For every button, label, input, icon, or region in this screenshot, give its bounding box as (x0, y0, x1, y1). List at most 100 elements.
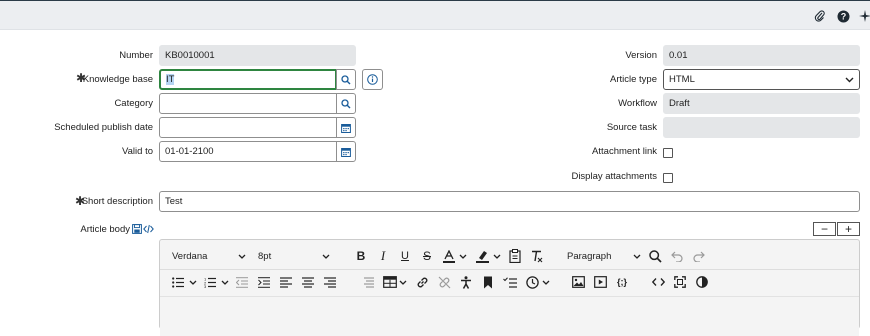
undo-icon[interactable] (669, 246, 685, 266)
version-value: 0.01 (669, 50, 688, 61)
unlink-icon[interactable] (436, 272, 452, 292)
chevron-down-icon[interactable] (188, 272, 198, 292)
chevron-down-icon[interactable] (541, 272, 551, 292)
calendar-icon (341, 147, 351, 157)
search-icon (341, 98, 351, 108)
attachment-link-label: Attachment link (592, 146, 657, 157)
chevron-down-icon[interactable] (458, 246, 468, 266)
short-description-input[interactable]: Test (159, 191, 860, 212)
version-field: 0.01 (663, 45, 860, 66)
source-task-label: Source task (606, 122, 657, 133)
article-body-label: Article body (80, 224, 130, 235)
editor-toolbar-row-2: 123 {;} (160, 268, 859, 296)
code-icon[interactable] (143, 224, 154, 234)
bullet-list-icon[interactable] (171, 272, 185, 292)
template-icon[interactable]: {;} (614, 272, 630, 292)
accessibility-icon[interactable] (458, 272, 474, 292)
chevron-down-icon (238, 254, 246, 259)
font-size-select[interactable]: 8pt (258, 246, 330, 266)
text-color-icon[interactable] (441, 246, 457, 266)
workflow-label: Workflow (618, 98, 657, 109)
link-icon[interactable] (414, 272, 430, 292)
knowledge-base-input[interactable]: IT (159, 69, 337, 90)
number-label: Number (119, 50, 153, 61)
font-size-value: 8pt (258, 250, 272, 262)
scheduled-publish-date-calendar-button[interactable] (336, 117, 356, 138)
calendar-icon (341, 123, 351, 133)
scheduled-publish-date-input[interactable] (159, 117, 337, 138)
redo-icon[interactable] (691, 246, 707, 266)
font-family-select[interactable]: Verdana (172, 246, 246, 266)
align-right-icon[interactable] (323, 272, 337, 292)
align-left-icon[interactable] (279, 272, 293, 292)
checklist-icon[interactable] (502, 272, 518, 292)
number-field: KB0010001 (159, 45, 356, 66)
display-attachments-checkbox[interactable] (663, 173, 673, 183)
chevron-down-icon[interactable] (398, 272, 408, 292)
article-type-value: HTML (669, 74, 695, 85)
contrast-icon[interactable] (694, 272, 710, 292)
media-icon[interactable] (592, 272, 608, 292)
svg-text:?: ? (840, 11, 846, 21)
article-type-select[interactable]: HTML (663, 69, 860, 90)
chevron-down-icon (322, 254, 330, 259)
highlight-color-icon[interactable] (474, 246, 490, 266)
number-value: KB0010001 (165, 50, 215, 61)
category-label: Category (114, 98, 153, 109)
source-code-icon[interactable] (650, 272, 666, 292)
category-lookup-button[interactable] (336, 93, 356, 114)
italic-icon[interactable]: I (375, 246, 391, 266)
image-icon[interactable] (570, 272, 586, 292)
block-format-value: Paragraph (567, 250, 612, 262)
minus-icon: − (820, 222, 828, 236)
paperclip-icon[interactable] (813, 9, 827, 23)
valid-to-label: Valid to (122, 146, 153, 157)
editor-content-area[interactable] (160, 296, 859, 336)
sparkle-icon[interactable] (858, 9, 870, 23)
short-description-value: Test (165, 196, 183, 207)
source-task-field (663, 117, 860, 138)
display-attachments-label: Display attachments (571, 171, 657, 182)
clock-icon[interactable] (524, 272, 540, 292)
collapse-editor-button[interactable]: − (813, 222, 836, 236)
article-body-editor[interactable]: Verdana 8pt B I U S Paragraph 1 2 3 {;} (159, 239, 860, 336)
search-icon (341, 74, 351, 84)
save-icon[interactable] (132, 224, 142, 234)
block-format-select[interactable]: Paragraph (567, 246, 641, 266)
chevron-down-icon[interactable] (220, 272, 230, 292)
numbered-list-icon[interactable]: 123 (203, 272, 217, 292)
expand-editor-button[interactable]: + (837, 222, 860, 236)
category-input[interactable] (159, 93, 337, 114)
valid-to-calendar-button[interactable] (336, 141, 356, 162)
help-icon[interactable]: ? (836, 9, 850, 23)
search-icon[interactable] (647, 246, 663, 266)
chevron-down-icon (845, 77, 854, 82)
align-justify-icon[interactable] (361, 272, 375, 292)
plus-icon: + (844, 222, 852, 236)
chevron-down-icon (633, 254, 641, 259)
knowledge-base-lookup-button[interactable] (336, 69, 356, 90)
table-icon[interactable] (382, 272, 398, 292)
knowledge-base-label: Knowledge base (82, 74, 153, 85)
attachment-link-checkbox[interactable] (663, 148, 673, 158)
knowledge-base-info-button[interactable] (362, 69, 383, 90)
paste-as-text-icon[interactable] (507, 246, 523, 266)
underline-icon[interactable]: U (397, 246, 413, 266)
font-family-value: Verdana (172, 250, 208, 262)
valid-to-input[interactable]: 01-01-2100 (159, 141, 337, 162)
clear-formatting-icon[interactable] (529, 246, 545, 266)
bold-icon[interactable]: B (353, 246, 369, 266)
scheduled-publish-date-label: Scheduled publish date (54, 122, 153, 133)
outdent-icon[interactable] (235, 272, 249, 292)
bookmark-icon[interactable] (480, 272, 496, 292)
article-type-label: Article type (610, 74, 657, 85)
knowledge-base-value: IT (166, 74, 175, 85)
indent-icon[interactable] (257, 272, 271, 292)
strikethrough-icon[interactable]: S (419, 246, 435, 266)
form-header-bar: ? (0, 0, 870, 30)
workflow-field: Draft (663, 93, 860, 114)
svg-text:3: 3 (204, 284, 207, 288)
fullscreen-icon[interactable] (672, 272, 688, 292)
align-center-icon[interactable] (301, 272, 315, 292)
chevron-down-icon[interactable] (492, 246, 502, 266)
